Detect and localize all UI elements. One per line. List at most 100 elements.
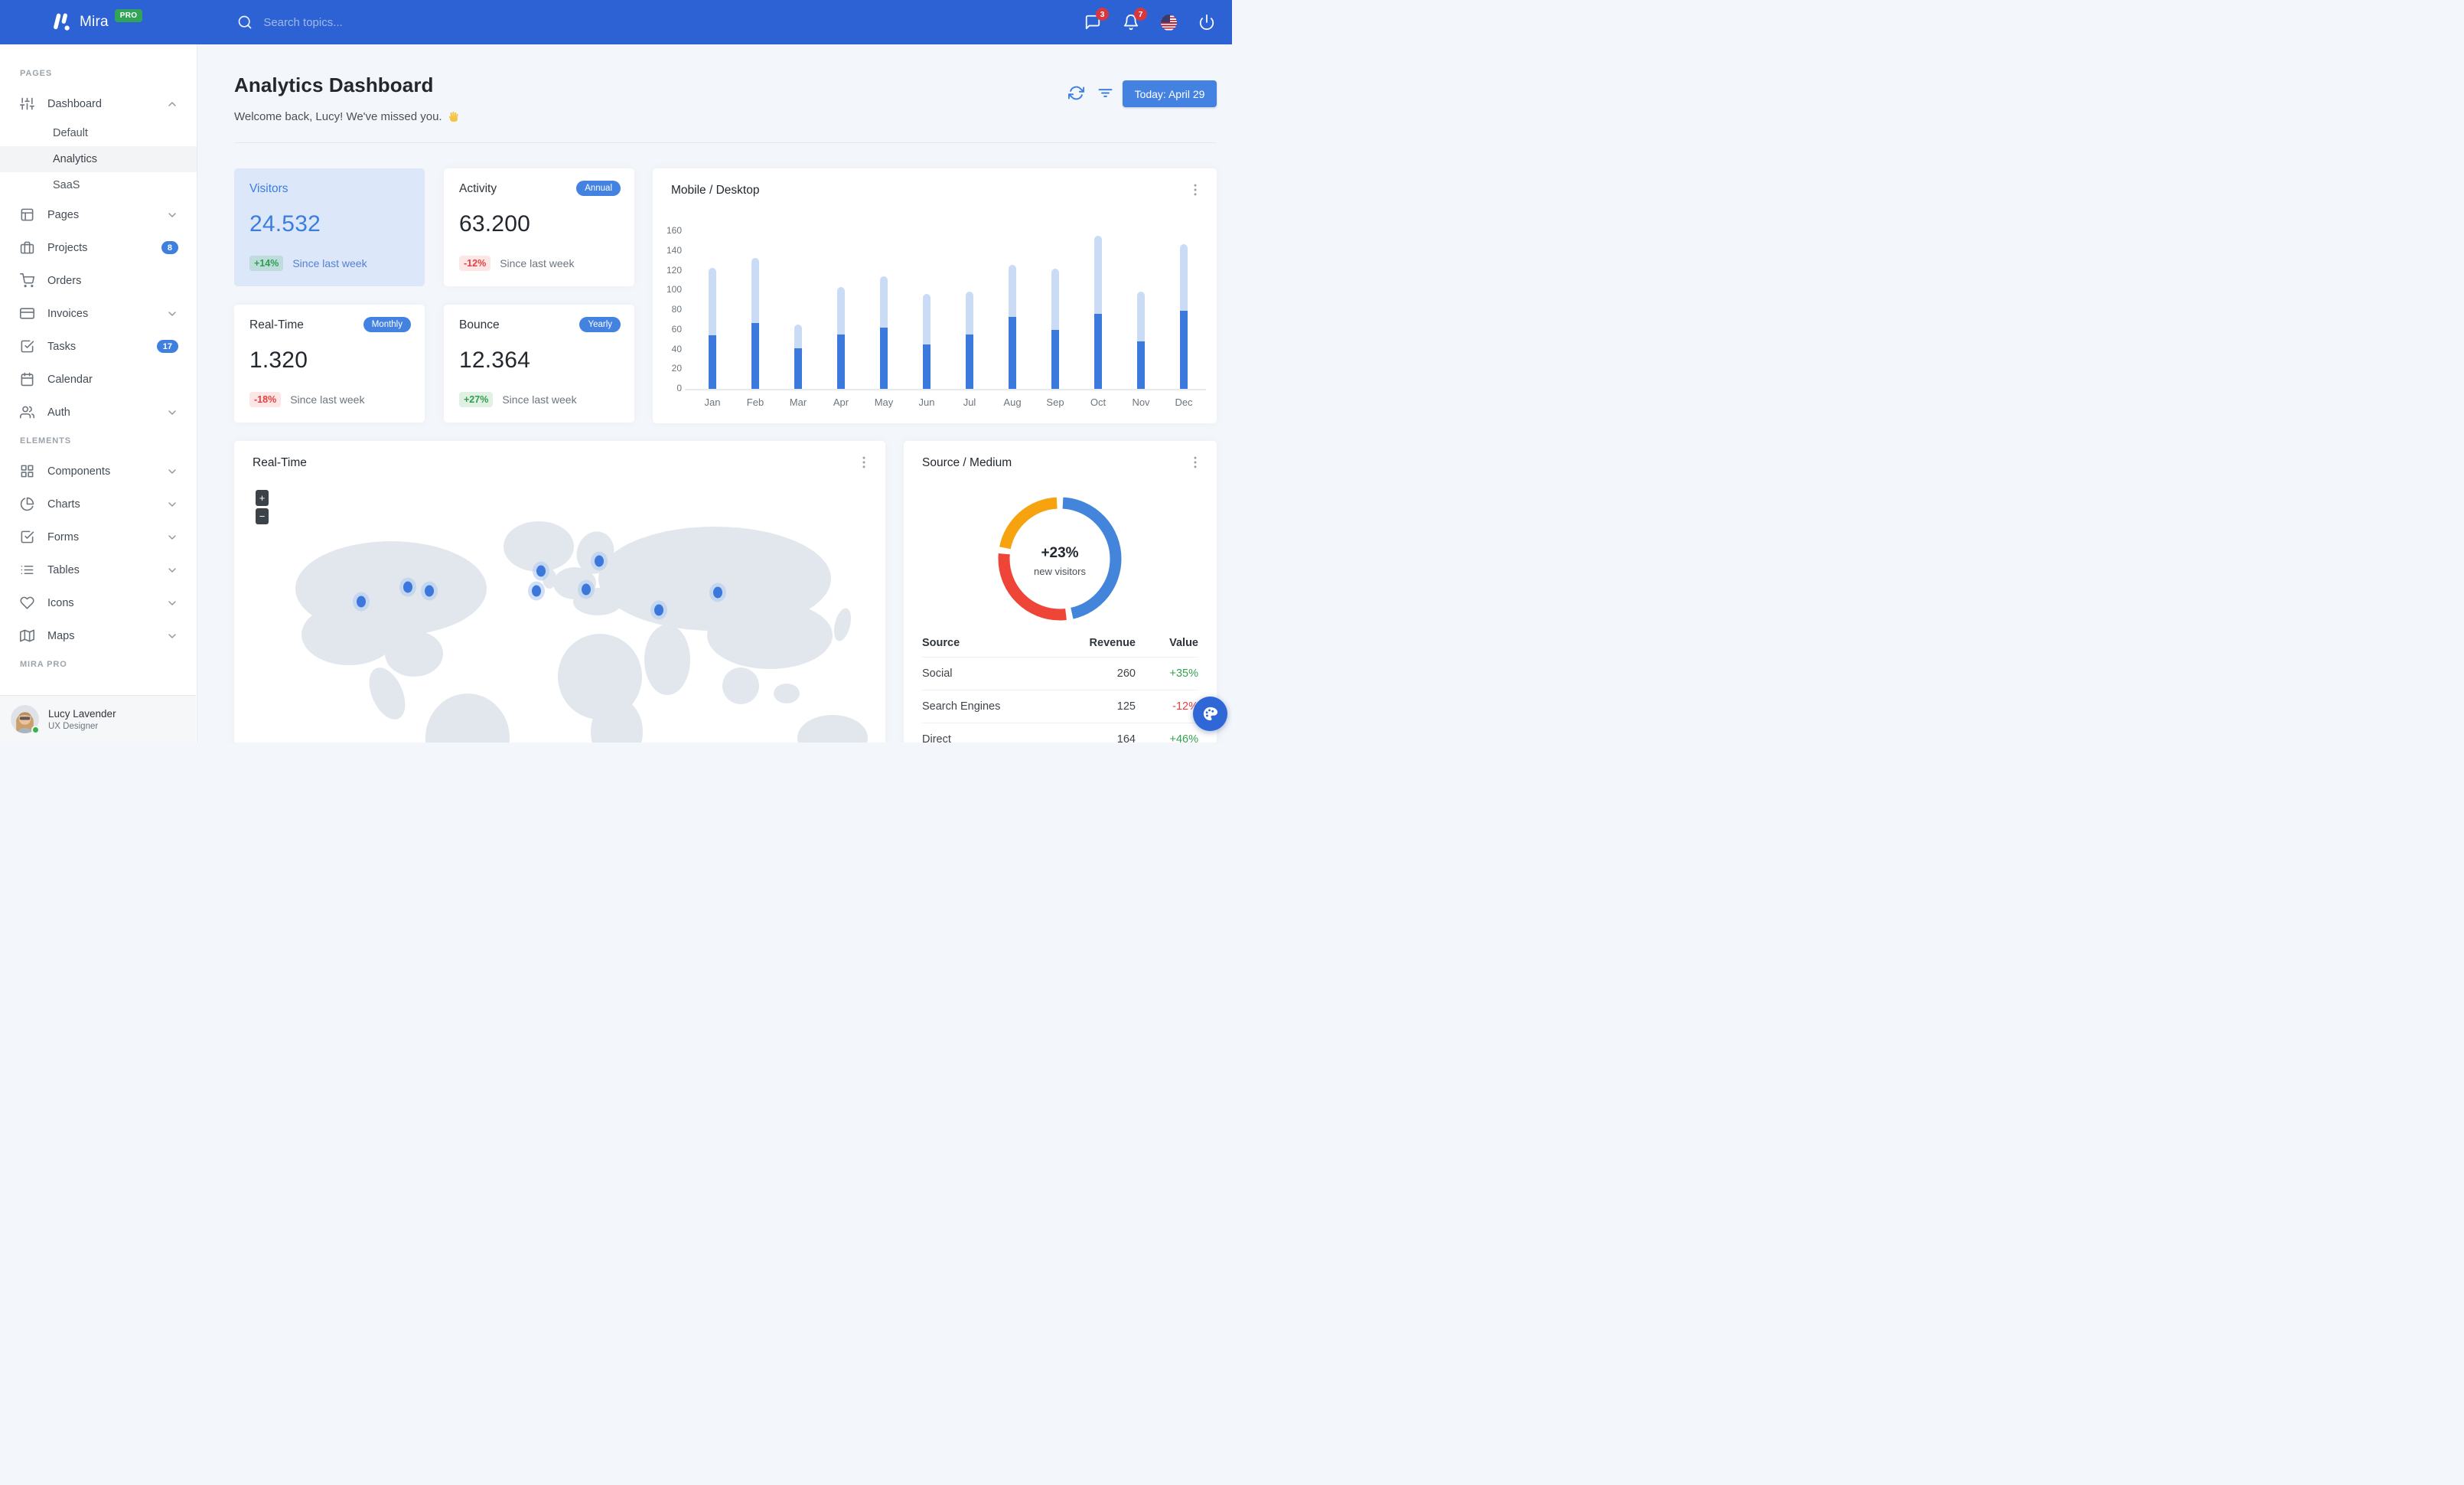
chevron-down-icon <box>166 308 178 320</box>
sidebar-subitem-default[interactable]: Default <box>0 120 197 146</box>
sidebar-item-calendar[interactable]: Calendar <box>0 363 197 396</box>
notifications-bell-icon[interactable]: 7 <box>1123 8 1147 31</box>
bar-may[interactable] <box>880 276 888 389</box>
source-medium-title: Source / Medium <box>922 456 1012 469</box>
bar-jun[interactable] <box>923 294 931 389</box>
source-cell: Social <box>922 667 953 680</box>
filter-icon[interactable] <box>1097 85 1113 101</box>
check-square-icon <box>20 530 34 544</box>
x-axis-label: Mar <box>789 397 807 408</box>
map-visitor-dot[interactable] <box>713 586 723 599</box>
bar-mobile-segment <box>794 348 802 389</box>
bar-feb[interactable] <box>751 257 759 389</box>
bar-nov[interactable] <box>1137 291 1145 389</box>
kebab-menu-icon[interactable] <box>1188 455 1203 470</box>
map-icon <box>20 628 34 643</box>
sidebar-item-maps[interactable]: Maps <box>0 619 197 652</box>
sidebar-item-tasks[interactable]: Tasks 17 <box>0 330 197 363</box>
refresh-icon[interactable] <box>1067 85 1085 101</box>
sidebar-subitem-analytics[interactable]: Analytics <box>0 146 197 172</box>
bar-jul[interactable] <box>966 291 973 389</box>
map-visitor-dot[interactable] <box>531 585 541 597</box>
language-flag-icon[interactable] <box>1161 14 1177 31</box>
map-zoom-in-button[interactable]: + <box>256 490 269 506</box>
sidebar-item-label: Charts <box>47 498 80 511</box>
map-visitor-dot[interactable] <box>425 585 435 597</box>
sidebar-subitem-saas[interactable]: SaaS <box>0 172 197 198</box>
bar-oct[interactable] <box>1094 236 1102 389</box>
chevron-up-icon <box>166 98 178 110</box>
grid-icon <box>20 464 34 478</box>
x-axis-label: Dec <box>1175 397 1193 408</box>
wave-hand-icon <box>448 111 458 122</box>
sidebar-item-projects[interactable]: Projects 8 <box>0 231 197 264</box>
map-visitor-dot[interactable] <box>653 604 663 616</box>
bar-apr[interactable] <box>837 287 845 389</box>
map-visitor-dot[interactable] <box>403 581 413 593</box>
bar-jan[interactable] <box>709 267 716 389</box>
stat-caption: Since last week <box>502 393 577 406</box>
stat-caption: Since last week <box>292 257 367 269</box>
bar-aug[interactable] <box>1009 264 1016 389</box>
users-icon <box>20 405 34 419</box>
sidebar-item-charts[interactable]: Charts <box>0 488 197 521</box>
stat-title: Real-Time <box>249 318 304 331</box>
sidebar-item-icons[interactable]: Icons <box>0 586 197 619</box>
kebab-menu-icon[interactable] <box>1188 182 1203 197</box>
search-input[interactable] <box>263 15 440 29</box>
stat-card-bounce: Bounce Yearly 12.364 +27% Since last week <box>444 305 634 423</box>
sidebar-item-label: Icons <box>47 596 74 609</box>
sidebar-item-forms[interactable]: Forms <box>0 521 197 553</box>
bar-mobile-segment <box>880 328 888 389</box>
theme-settings-fab[interactable] <box>1193 697 1227 731</box>
revenue-cell: 125 <box>1116 700 1136 713</box>
map-visitor-dot[interactable] <box>595 555 605 567</box>
revenue-cell: 260 <box>1116 667 1136 680</box>
stat-period-badge[interactable]: Annual <box>576 181 621 196</box>
bar-sep[interactable] <box>1051 268 1059 389</box>
sidebar-item-invoices[interactable]: Invoices <box>0 297 197 330</box>
brand-name: Mira <box>80 14 109 30</box>
world-map[interactable] <box>234 485 885 742</box>
messages-icon[interactable]: 3 <box>1084 8 1109 31</box>
sidebar-item-tables[interactable]: Tables <box>0 553 197 586</box>
map-visitor-dot[interactable] <box>356 596 366 608</box>
search-box[interactable] <box>237 15 440 30</box>
date-range-button[interactable]: Today: April 29 <box>1123 80 1217 107</box>
donut-center-label: new visitors <box>1034 566 1086 577</box>
bar-mar[interactable] <box>794 325 802 389</box>
bar-mobile-segment <box>1051 329 1059 389</box>
brand[interactable]: Mira PRO <box>49 9 143 34</box>
bar-mobile-segment <box>966 335 973 389</box>
stat-change-chip: +14% <box>249 256 284 271</box>
map-visitor-dot[interactable] <box>582 583 592 596</box>
kebab-menu-icon[interactable] <box>856 455 872 470</box>
y-axis-tick: 0 <box>676 383 682 393</box>
bar-mobile-segment <box>837 335 845 389</box>
map-visitor-dot[interactable] <box>536 565 546 577</box>
navbar-actions: 3 7 <box>1084 8 1215 31</box>
bar-mobile-segment <box>923 344 931 389</box>
sidebar-item-auth[interactable]: Auth <box>0 396 197 429</box>
pie-chart-icon <box>20 497 34 511</box>
sidebar-item-dashboard[interactable]: Dashboard <box>0 87 197 120</box>
bar-mobile-segment <box>1137 341 1145 389</box>
sidebar-item-pages[interactable]: Pages <box>0 198 197 231</box>
bar-dec[interactable] <box>1180 243 1188 389</box>
bar-mobile-segment <box>1094 314 1102 389</box>
map-zoom-out-button[interactable]: − <box>256 508 269 524</box>
y-axis-tick: 40 <box>671 343 682 354</box>
stat-period-badge[interactable]: Yearly <box>579 317 621 332</box>
world-map-graphic <box>295 521 868 742</box>
top-navbar: Mira PRO 3 7 <box>0 0 1232 44</box>
source-medium-card: Source / Medium +23% new visitors Source… <box>904 441 1217 742</box>
avatar <box>11 705 40 734</box>
power-icon[interactable] <box>1198 14 1215 31</box>
header-divider <box>234 142 1217 143</box>
x-axis-label: Aug <box>1003 397 1022 408</box>
y-axis-tick: 120 <box>666 264 682 276</box>
sidebar-user[interactable]: Lucy Lavender UX Designer <box>0 695 196 742</box>
stat-period-badge[interactable]: Monthly <box>363 317 411 332</box>
sidebar-item-components[interactable]: Components <box>0 455 197 488</box>
sidebar-item-orders[interactable]: Orders <box>0 264 197 297</box>
